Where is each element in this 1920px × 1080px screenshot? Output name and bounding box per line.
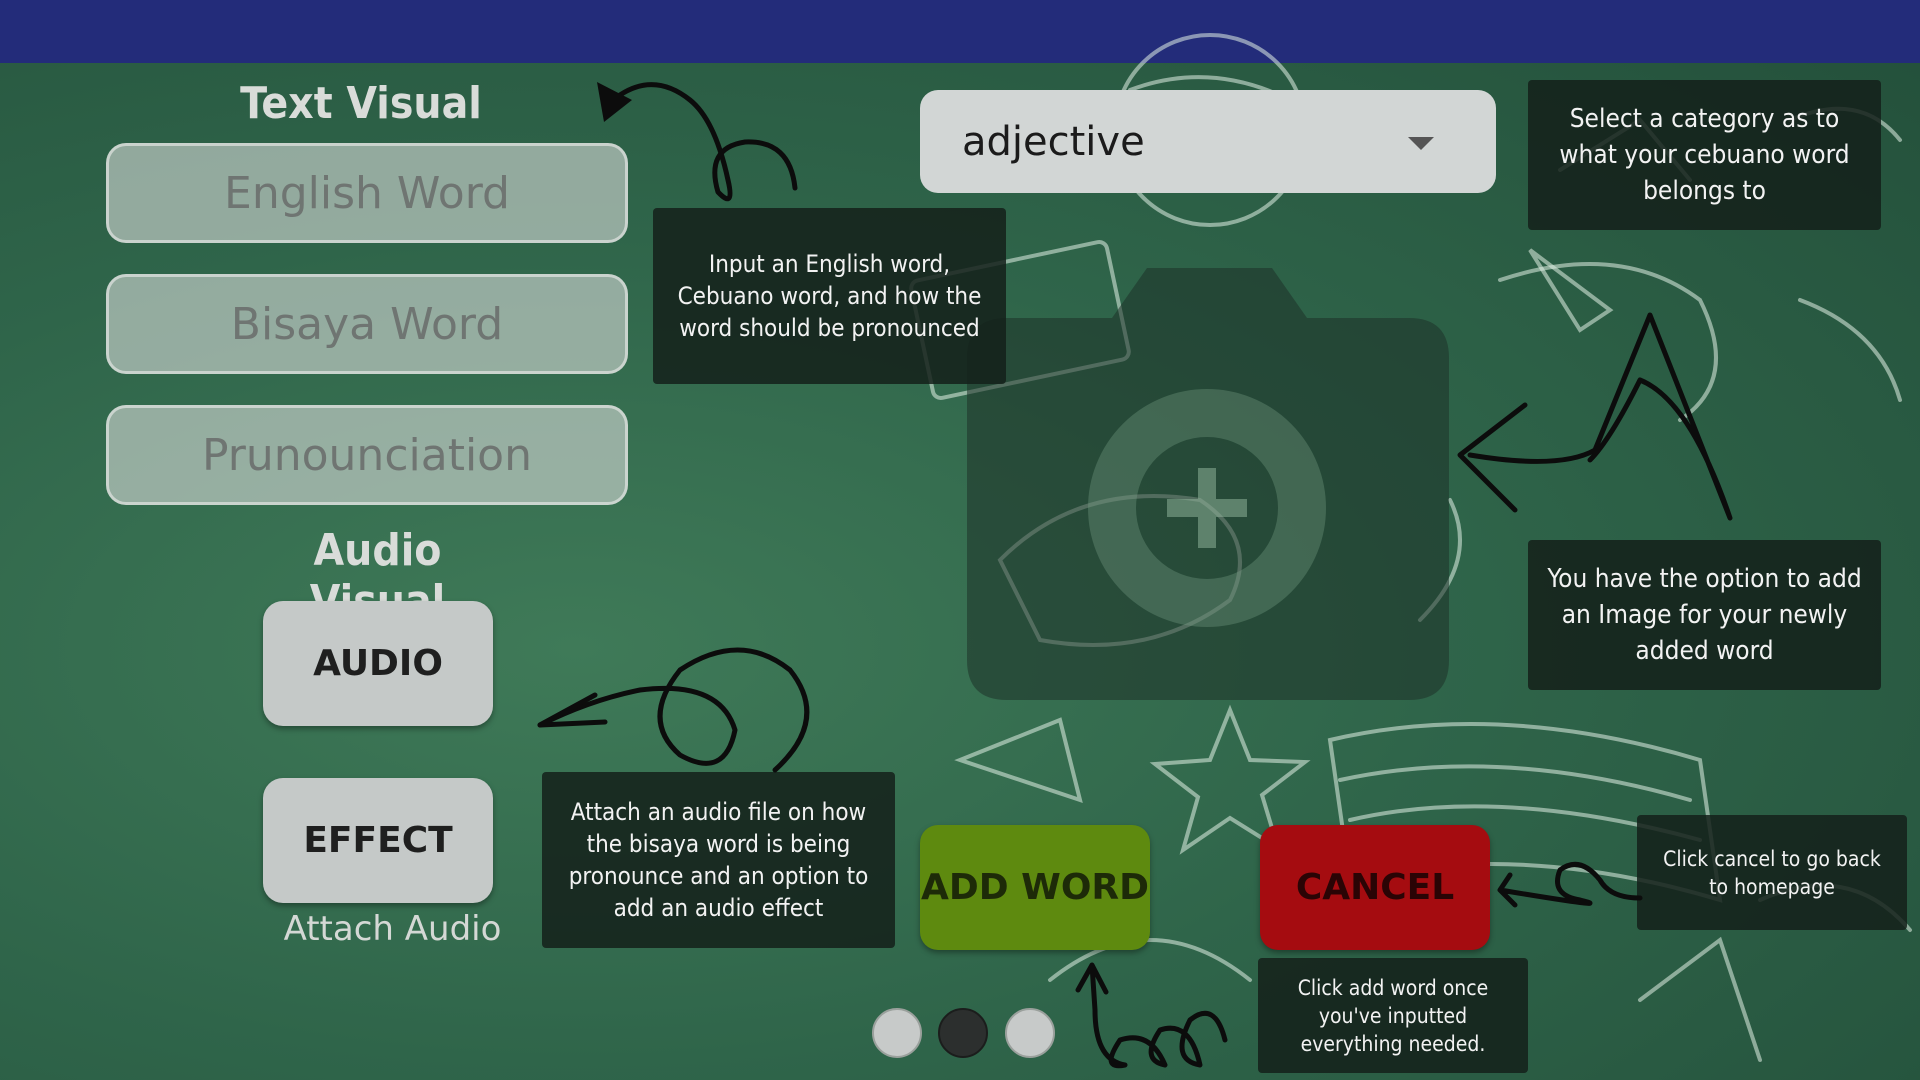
- page-dot-2[interactable]: [938, 1008, 988, 1058]
- arrow-to-image-icon: [1457, 312, 1733, 521]
- tip-add-word: Click add word once you've inputted ever…: [1258, 958, 1528, 1073]
- add-word-button[interactable]: ADD WORD: [920, 825, 1150, 950]
- english-word-placeholder: English Word: [224, 167, 510, 219]
- attach-audio-label: Attach Audio: [283, 909, 502, 949]
- bisaya-word-placeholder: Bisaya Word: [230, 298, 504, 350]
- audio-button-label: AUDIO: [313, 643, 443, 684]
- cancel-button[interactable]: CANCEL: [1260, 825, 1490, 950]
- add-photo-icon: [967, 268, 1449, 700]
- tip-cancel: Click cancel to go back to homepage: [1637, 815, 1907, 930]
- arrow-to-text-fields-icon: [617, 82, 798, 202]
- tip-category: Select a category as to what your cebuan…: [1528, 80, 1881, 230]
- audio-button[interactable]: AUDIO: [263, 601, 493, 726]
- add-image-button[interactable]: [967, 268, 1449, 700]
- category-dropdown[interactable]: adjective: [920, 90, 1496, 193]
- arrow-to-add-word-icon: [1075, 962, 1228, 1069]
- arrow-to-cancel-icon: [1497, 861, 1643, 908]
- page-dot-1[interactable]: [872, 1008, 922, 1058]
- tip-image: You have the option to add an Image for …: [1528, 540, 1881, 690]
- category-selected-value: adjective: [962, 118, 1145, 165]
- page-dot-3[interactable]: [1005, 1008, 1055, 1058]
- pronunciation-placeholder: Prunounciation: [202, 429, 532, 481]
- dropdown-arrow-icon: [1408, 137, 1434, 150]
- text-visual-heading: Text Visual: [240, 78, 482, 129]
- effect-button[interactable]: EFFECT: [263, 778, 493, 903]
- arrow-to-audio-icon: [537, 647, 810, 773]
- tip-audio: Attach an audio file on how the bisaya w…: [542, 772, 895, 948]
- effect-button-label: EFFECT: [303, 820, 453, 861]
- tip-input-words: Input an English word, Cebuano word, and…: [653, 208, 1006, 384]
- top-app-bar: [0, 0, 1920, 63]
- cancel-label: CANCEL: [1295, 867, 1455, 908]
- bisaya-word-input[interactable]: Bisaya Word: [106, 274, 628, 374]
- english-word-input[interactable]: English Word: [106, 143, 628, 243]
- add-word-label: ADD WORD: [920, 867, 1150, 908]
- pronunciation-input[interactable]: Prunounciation: [106, 405, 628, 505]
